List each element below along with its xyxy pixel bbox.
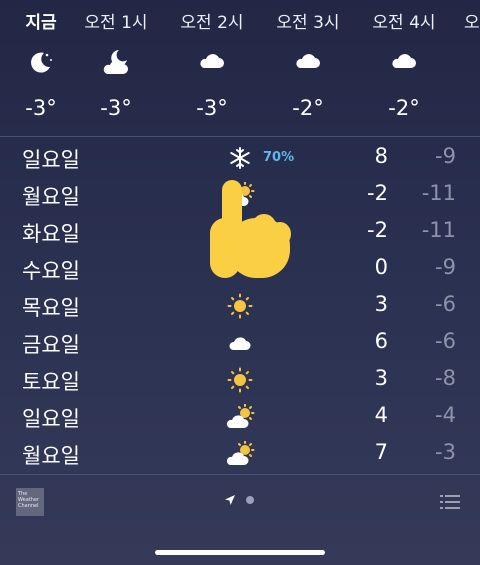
snowflake-icon [224, 144, 256, 172]
cloud-icon [224, 329, 256, 357]
day-name: 토요일 [22, 370, 80, 394]
hour-temp: -2° [292, 96, 324, 120]
high-temp: 6 [374, 329, 388, 353]
cloud-icon [260, 48, 356, 76]
high-temp: 7 [374, 440, 388, 464]
hour-temp: -2° [388, 96, 420, 120]
day-name: 월요일 [22, 185, 80, 209]
hourly-forecast[interactable]: 지금 -3° 오전 1시 -3° 오전 2시 -3° 오전 3시 -2° 오전 … [0, 0, 480, 136]
day-name: 화요일 [22, 222, 80, 246]
day-name: 월요일 [22, 444, 80, 468]
low-temp: -11 [421, 181, 456, 205]
day-row: 일요일 70% 8 -9 [0, 140, 480, 176]
low-temp: -11 [421, 218, 456, 242]
low-temp: -9 [435, 255, 456, 279]
low-temp: -6 [435, 292, 456, 316]
day-name: 목요일 [22, 296, 80, 320]
home-indicator[interactable] [155, 550, 325, 555]
hour-label: 오전 2시 [180, 13, 244, 33]
hour-label: 오전 1시 [84, 13, 148, 33]
hour-label: 오전 3시 [276, 13, 340, 33]
sun-icon [224, 366, 256, 394]
sun-cloud-icon [224, 440, 256, 468]
day-row: 월요일 7 -3 [0, 436, 480, 472]
low-temp: -3 [435, 440, 456, 464]
high-temp: 3 [374, 292, 388, 316]
low-temp: -9 [435, 144, 456, 168]
high-temp: 8 [374, 144, 388, 168]
page-indicator[interactable] [224, 494, 254, 506]
page-dot [246, 496, 254, 504]
day-row: 토요일 3 -8 [0, 362, 480, 398]
high-temp: -2 [367, 218, 388, 242]
low-temp: -8 [435, 366, 456, 390]
hour-temp: -3° [196, 96, 228, 120]
high-temp: 3 [374, 366, 388, 390]
high-temp: -2 [367, 181, 388, 205]
precip-chance: 70% [263, 150, 295, 165]
hour-label: 오전 4시 [372, 13, 436, 33]
weather-channel-logo[interactable]: The Weather Channel [16, 488, 44, 516]
low-temp: -4 [435, 403, 456, 427]
day-row: 일요일 4 -4 [0, 399, 480, 435]
day-name: 일요일 [22, 148, 80, 172]
hour-temp: -3° [100, 96, 132, 120]
day-name: 금요일 [22, 333, 80, 357]
list-icon[interactable] [440, 494, 460, 510]
day-row: 금요일 6 -6 [0, 325, 480, 361]
sun-cloud-icon [224, 403, 256, 431]
low-temp: -6 [435, 329, 456, 353]
day-name: 수요일 [22, 259, 80, 283]
day-row: 목요일 3 -6 [0, 288, 480, 324]
hour-label: 오 [464, 13, 480, 33]
pointing-hand-icon [210, 180, 291, 278]
location-arrow-icon [225, 495, 235, 505]
day-name: 일요일 [22, 407, 80, 431]
high-temp: 4 [374, 403, 388, 427]
moon-cloud-icon [68, 48, 164, 76]
cloud-icon [356, 48, 452, 76]
cloud-icon [164, 48, 260, 76]
sun-icon [224, 292, 256, 320]
divider [0, 136, 480, 137]
high-temp: 0 [374, 255, 388, 279]
